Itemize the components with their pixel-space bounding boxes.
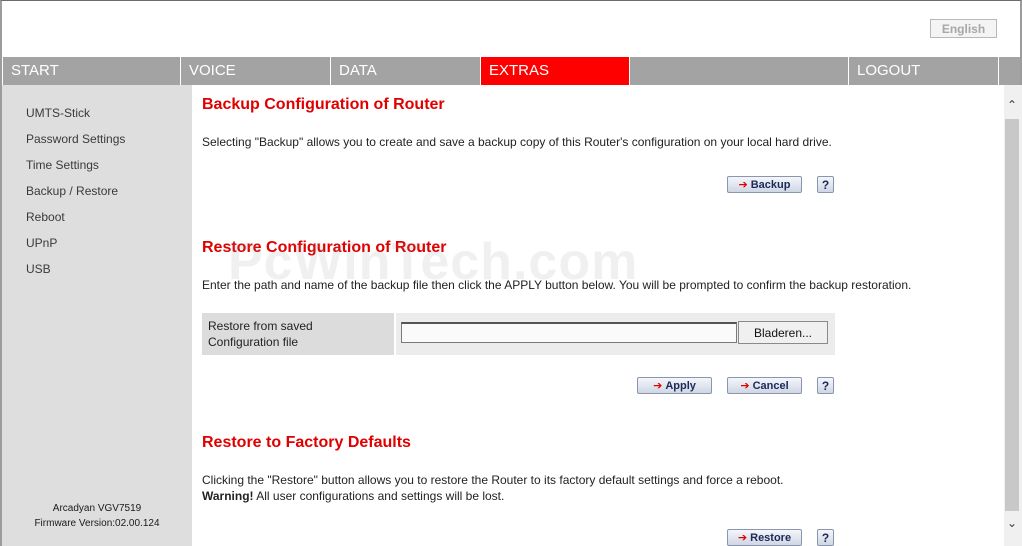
factory-warning: Warning! All user configurations and set… xyxy=(202,489,504,503)
sidebar-item-upnp[interactable]: UPnP xyxy=(26,236,57,250)
chevron-down-icon[interactable]: ⌄ xyxy=(1004,515,1020,531)
cancel-button-label: Cancel xyxy=(752,379,789,392)
nav-voice[interactable]: VOICE xyxy=(180,57,330,85)
arrow-right-icon: ➔ xyxy=(737,532,748,544)
restore-file-label-line2: Configuration file xyxy=(208,335,299,349)
restore-file-row: Restore from saved Configuration file Bl… xyxy=(202,313,835,355)
file-path-input[interactable] xyxy=(401,322,737,343)
nav-end xyxy=(998,57,1020,85)
main-content: Backup Configuration of Router Selecting… xyxy=(192,85,1004,546)
sidebar-item-time-settings[interactable]: Time Settings xyxy=(26,158,99,172)
restore-file-label: Restore from saved Configuration file xyxy=(202,313,396,355)
sidebar-item-backup-restore[interactable]: Backup / Restore xyxy=(26,184,118,198)
warning-text: All user configurations and settings wil… xyxy=(253,489,505,503)
sidebar-item-reboot[interactable]: Reboot xyxy=(26,210,65,224)
sidebar-item-usb[interactable]: USB xyxy=(26,262,51,276)
sidebar-item-password-settings[interactable]: Password Settings xyxy=(26,132,125,146)
warning-label: Warning! xyxy=(202,489,254,503)
arrow-right-icon: ➔ xyxy=(740,380,750,392)
sidebar: UMTS-Stick Password Settings Time Settin… xyxy=(2,85,192,546)
backup-description: Selecting "Backup" allows you to create … xyxy=(202,135,832,149)
cancel-button[interactable]: ➔ Cancel xyxy=(727,377,802,394)
file-picker: Bladeren... xyxy=(396,313,835,355)
backup-help-button[interactable]: ? xyxy=(817,176,834,193)
nav-spacer xyxy=(629,57,848,85)
device-model: Arcadyan VGV7519 xyxy=(52,503,142,514)
firmware-version: Firmware Version:02.00.124 xyxy=(34,518,160,529)
browse-button[interactable]: Bladeren... xyxy=(738,321,828,344)
sidebar-item-umts-stick[interactable]: UMTS-Stick xyxy=(26,106,90,120)
language-button[interactable]: English xyxy=(930,19,997,38)
watermark: PcWinTech.com xyxy=(228,233,639,291)
backup-button[interactable]: ➔ Backup xyxy=(727,176,802,193)
backup-button-label: Backup xyxy=(750,178,791,191)
vertical-scrollbar[interactable]: ⌃ ⌄ xyxy=(1004,85,1022,546)
restore-help-button[interactable]: ? xyxy=(817,377,834,394)
backup-title: Backup Configuration of Router xyxy=(202,96,445,113)
factory-title: Restore to Factory Defaults xyxy=(202,434,411,451)
factory-help-button[interactable]: ? xyxy=(817,529,834,546)
chevron-up-icon[interactable]: ⌃ xyxy=(1004,97,1020,113)
arrow-right-icon: ➔ xyxy=(738,179,748,191)
restore-file-label-line1: Restore from saved xyxy=(208,319,313,333)
restore-button[interactable]: ➔ Restore xyxy=(727,529,802,546)
nav-extras[interactable]: EXTRAS xyxy=(480,57,629,85)
apply-button[interactable]: ➔ Apply xyxy=(637,377,712,394)
restore-button-label: Restore xyxy=(750,531,792,544)
nav-start[interactable]: START xyxy=(2,57,180,85)
top-navigation: START VOICE DATA EXTRAS LOGOUT xyxy=(2,57,1020,85)
nav-logout[interactable]: LOGOUT xyxy=(848,57,998,85)
apply-button-label: Apply xyxy=(665,379,696,392)
factory-description: Clicking the "Restore" button allows you… xyxy=(202,473,784,487)
arrow-right-icon: ➔ xyxy=(653,380,663,392)
scroll-thumb[interactable] xyxy=(1005,119,1019,511)
nav-data[interactable]: DATA xyxy=(330,57,480,85)
